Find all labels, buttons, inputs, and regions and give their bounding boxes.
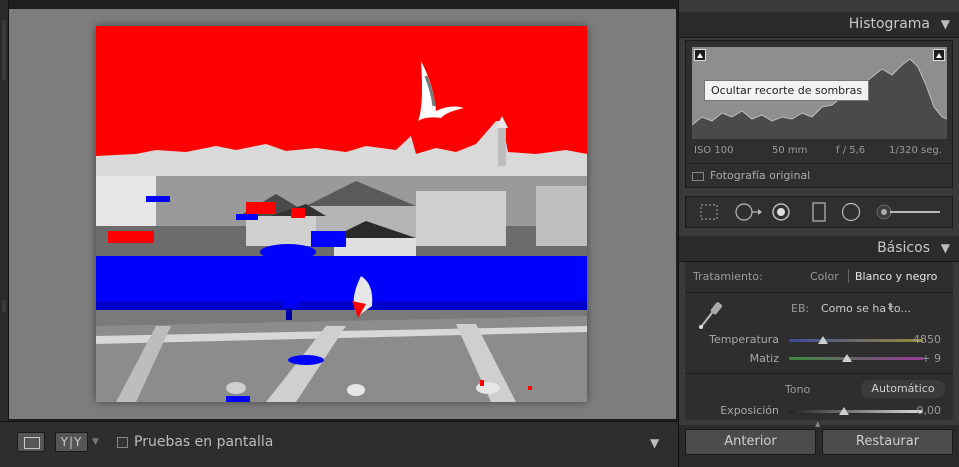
shadow-clip-icon[interactable] (694, 49, 706, 61)
divider (685, 373, 953, 374)
adjustment-brush-icon[interactable] (876, 202, 942, 222)
white-balance-select[interactable]: Como se ha to... (821, 302, 911, 315)
shadow-clip-tooltip: Ocultar recorte de sombras (704, 80, 870, 101)
basic-panel: Tratamiento: Color Blanco y negro EB: Co… (685, 262, 953, 420)
tone-label: Tono (785, 383, 811, 396)
compare-view-button[interactable]: Y|Y (55, 432, 88, 452)
basic-title: Básicos (877, 240, 930, 256)
histogram-title: Histograma (848, 16, 930, 32)
temperature-label: Temperatura (709, 333, 779, 346)
tint-slider-thumb[interactable] (841, 354, 852, 362)
tint-slider[interactable] (789, 357, 923, 360)
basic-header[interactable]: Básicos ▼ (679, 236, 959, 262)
exif-aperture: f / 5,6 (836, 145, 866, 156)
exposure-label: Exposición (720, 404, 779, 417)
exposure-value[interactable]: 0,00 (917, 404, 942, 417)
histogram-graph[interactable]: Ocultar recorte de sombras (692, 47, 947, 139)
panel-collapse-icon[interactable]: ▼ (941, 241, 950, 255)
exif-focal-length: 50 mm (772, 145, 808, 156)
dropdown-arrow-icon[interactable]: ▼ (92, 437, 99, 447)
soft-proof-label[interactable]: Pruebas en pantalla (134, 434, 273, 450)
compare-view-icon: Y|Y (60, 435, 83, 449)
temperature-value[interactable]: 4850 (913, 333, 941, 346)
radial-filter-icon[interactable] (840, 202, 862, 222)
treatment-bw-option[interactable]: Blanco y negro (855, 270, 937, 283)
crop-icon[interactable] (698, 202, 720, 222)
histogram-header[interactable]: Histograma ▼ (679, 12, 959, 38)
right-panel: Histograma ▼ Ocultar recorte de sombras … (678, 0, 959, 467)
auto-tone-button[interactable]: Automático (861, 380, 945, 398)
temperature-slider[interactable] (789, 339, 923, 342)
divider (848, 269, 849, 283)
graduated-filter-icon[interactable] (808, 202, 830, 222)
histogram-panel: Ocultar recorte de sombras ISO 100 50 mm… (685, 40, 953, 188)
red-eye-icon[interactable] (770, 202, 792, 222)
original-photo-label[interactable]: Fotografía original (710, 169, 810, 182)
exposure-slider-thumb[interactable] (838, 407, 849, 415)
left-panel-edge (0, 0, 9, 467)
photo-preview[interactable] (96, 26, 587, 402)
exposure-slider[interactable] (789, 410, 923, 413)
image-canvas[interactable] (9, 9, 676, 419)
reset-button[interactable]: Restaurar (822, 429, 953, 455)
edge-marker (2, 300, 6, 312)
panel-end-marker: ▲ (815, 420, 821, 428)
photo-image (96, 26, 587, 402)
highlight-clip-icon[interactable] (933, 49, 945, 61)
spot-removal-icon[interactable] (734, 202, 764, 222)
treatment-color-option[interactable]: Color (810, 270, 839, 283)
eyedropper-icon[interactable] (695, 299, 725, 331)
edge-marker (2, 20, 6, 80)
tint-label: Matiz (749, 352, 779, 365)
panel-footer: ▲ Anterior Restaurar (679, 420, 959, 467)
previous-button[interactable]: Anterior (685, 429, 816, 455)
white-balance-label: EB: (791, 302, 810, 315)
soft-proof-checkbox[interactable] (117, 437, 128, 448)
toolbar-menu-icon[interactable]: ▼ (650, 436, 659, 450)
original-photo-checkbox[interactable] (692, 172, 704, 181)
exif-shutter-speed: 1/320 seg. (889, 145, 942, 156)
select-arrows-icon[interactable]: ⬍ (886, 302, 894, 313)
loupe-view-button[interactable] (17, 432, 45, 452)
divider (686, 163, 952, 164)
temperature-slider-thumb[interactable] (817, 336, 828, 344)
exif-iso: ISO 100 (694, 145, 734, 156)
treatment-label: Tratamiento: (693, 270, 763, 283)
tint-value[interactable]: + 9 (921, 352, 941, 365)
divider (685, 292, 953, 293)
bottom-toolbar: Y|Y ▼ Pruebas en pantalla ▼ (0, 421, 678, 467)
panel-collapse-icon[interactable]: ▼ (941, 17, 950, 31)
tool-strip (685, 196, 953, 228)
